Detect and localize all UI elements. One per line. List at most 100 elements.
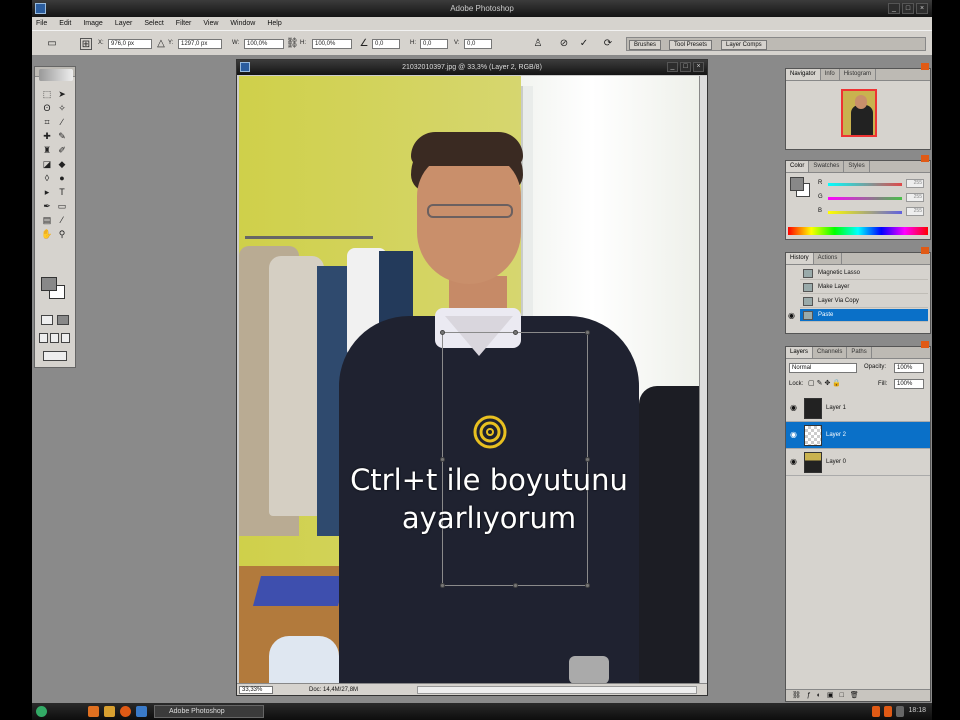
horizontal-scrollbar[interactable]	[417, 686, 697, 694]
tab-color[interactable]: Color	[786, 161, 810, 172]
menu-view[interactable]: View	[203, 20, 218, 27]
screen-mode-full-icon[interactable]	[61, 333, 70, 343]
cancel-transform-button[interactable]: ⊘	[558, 38, 570, 50]
history-item[interactable]: Make Layer	[800, 281, 928, 294]
tab-history[interactable]: History	[786, 253, 814, 264]
shape-tool-icon[interactable]: ▭	[56, 201, 68, 212]
move-tool-icon[interactable]: ➤	[56, 89, 68, 100]
layers-footer-icons[interactable]: ⛓ƒ◐▣□🗑	[786, 689, 930, 701]
red-slider[interactable]: R 255	[818, 179, 928, 189]
quicklaunch-firefox-icon[interactable]	[88, 706, 99, 717]
maximize-button[interactable]: □	[902, 3, 914, 14]
warp-icon[interactable]: ♙	[532, 38, 544, 50]
layer-row[interactable]: ◉ Layer 0	[786, 449, 930, 476]
tab-paths[interactable]: Paths	[847, 347, 872, 358]
tab-styles[interactable]: Styles	[844, 161, 870, 172]
quicklaunch-ie-icon[interactable]	[136, 706, 147, 717]
image-canvas[interactable]: Ctrl+t ile boyutunu ayarlıyorum	[239, 76, 699, 684]
path-selection-tool-icon[interactable]: ▸	[41, 187, 53, 198]
foreground-color-swatch[interactable]	[41, 277, 57, 291]
start-button-icon[interactable]	[36, 706, 47, 717]
free-transform-box[interactable]	[440, 330, 590, 588]
green-slider[interactable]: G 255	[818, 193, 928, 203]
relative-position-icon[interactable]: △	[155, 38, 167, 50]
screen-mode-standard-icon[interactable]	[39, 333, 48, 343]
dodge-tool-icon[interactable]: ●	[56, 173, 68, 184]
transform-handle-top-left[interactable]	[440, 330, 445, 335]
layer-row-selected[interactable]: ◉ Layer 2	[786, 422, 930, 449]
menu-layer[interactable]: Layer	[115, 20, 133, 27]
bridge-icon[interactable]: ⟳	[602, 38, 614, 50]
hskew-field[interactable]: 0,0	[420, 39, 448, 49]
menu-filter[interactable]: Filter	[176, 20, 192, 27]
screen-mode-full-menu-icon[interactable]	[50, 333, 59, 343]
navigator-thumbnail[interactable]	[841, 89, 877, 137]
green-value[interactable]: 255	[906, 193, 924, 202]
red-track[interactable]	[828, 183, 902, 186]
magic-wand-tool-icon[interactable]: ✧	[56, 103, 68, 114]
zoom-field[interactable]: 33,33%	[239, 686, 273, 694]
standard-mode-icon[interactable]	[41, 315, 53, 325]
menu-window[interactable]: Window	[230, 20, 255, 27]
pen-tool-icon[interactable]: ✒	[41, 201, 53, 212]
history-brush-tool-icon[interactable]: ✐	[56, 145, 68, 156]
menu-edit[interactable]: Edit	[59, 20, 71, 27]
x-field[interactable]: 976,0 px	[108, 39, 152, 49]
width-field[interactable]: 100,0%	[244, 39, 284, 49]
well-tab-brushes[interactable]: Brushes	[629, 40, 662, 50]
transform-handle-bottom-right[interactable]	[585, 583, 590, 588]
eraser-tool-icon[interactable]: ◪	[41, 159, 53, 170]
eye-icon[interactable]: ◉	[790, 404, 797, 412]
transform-center-target-icon[interactable]	[473, 415, 507, 449]
lock-options-icon[interactable]: ▢✎✥🔒	[808, 379, 843, 387]
height-field[interactable]: 100,0%	[312, 39, 352, 49]
healing-brush-tool-icon[interactable]: ✚	[41, 131, 53, 142]
menu-help[interactable]: Help	[267, 20, 281, 27]
color-foreground-swatch[interactable]	[790, 177, 804, 191]
palette-close-icon[interactable]	[921, 341, 929, 348]
vskew-field[interactable]: 0,0	[464, 39, 492, 49]
menu-select[interactable]: Select	[144, 20, 163, 27]
eyedropper-tool-icon[interactable]: ⁄	[56, 215, 68, 226]
tab-swatches[interactable]: Swatches	[809, 161, 845, 172]
lasso-tool-icon[interactable]: ʘ	[41, 103, 53, 114]
color-spectrum-bar[interactable]	[788, 227, 928, 235]
blue-track[interactable]	[828, 211, 902, 214]
eye-icon[interactable]: ◉	[790, 458, 797, 466]
fill-field[interactable]: 100%	[894, 379, 924, 389]
menu-file[interactable]: File	[36, 20, 47, 27]
tab-actions[interactable]: Actions	[814, 253, 843, 264]
history-item-selected[interactable]: Paste	[800, 309, 928, 322]
clone-stamp-tool-icon[interactable]: ♜	[41, 145, 53, 156]
red-value[interactable]: 255	[906, 179, 924, 188]
tray-icon[interactable]	[896, 706, 904, 717]
document-close-button[interactable]: ×	[693, 62, 704, 72]
well-tab-layer-comps[interactable]: Layer Comps	[721, 40, 767, 50]
blue-slider[interactable]: B 255	[818, 207, 928, 217]
marquee-tool-icon[interactable]: ⬚	[41, 89, 53, 100]
eye-icon[interactable]: ◉	[790, 431, 797, 439]
tab-channels[interactable]: Channels	[813, 347, 848, 358]
vertical-scrollbar[interactable]	[699, 76, 707, 684]
blur-tool-icon[interactable]: ◊	[41, 173, 53, 184]
palette-close-icon[interactable]	[921, 63, 929, 70]
tool-preset-icon[interactable]: ▭	[46, 38, 58, 50]
blue-value[interactable]: 255	[906, 207, 924, 216]
tab-navigator[interactable]: Navigator	[786, 69, 821, 80]
blend-mode-select[interactable]: Normal	[789, 363, 857, 373]
well-tab-tool-presets[interactable]: Tool Presets	[669, 40, 713, 50]
document-maximize-button[interactable]: □	[680, 62, 691, 72]
brush-tool-icon[interactable]: ✎	[56, 131, 68, 142]
transform-handle-top[interactable]	[513, 330, 518, 335]
document-size-info[interactable]: Doc: 14,4M/27,8M	[309, 686, 358, 694]
transform-handle-bottom-left[interactable]	[440, 583, 445, 588]
history-item[interactable]: Magnetic Lasso	[800, 267, 928, 280]
tray-icon[interactable]	[884, 706, 892, 717]
transform-handle-top-right[interactable]	[585, 330, 590, 335]
document-title-bar[interactable]: 21032010397.jpg @ 33,3% (Layer 2, RGB/8)…	[237, 60, 707, 75]
document-minimize-button[interactable]: _	[667, 62, 678, 72]
quicklaunch-media-icon[interactable]	[120, 706, 131, 717]
quicklaunch-folder-icon[interactable]	[104, 706, 115, 717]
crop-tool-icon[interactable]: ⌗	[41, 117, 53, 128]
close-button[interactable]: ×	[916, 3, 928, 14]
